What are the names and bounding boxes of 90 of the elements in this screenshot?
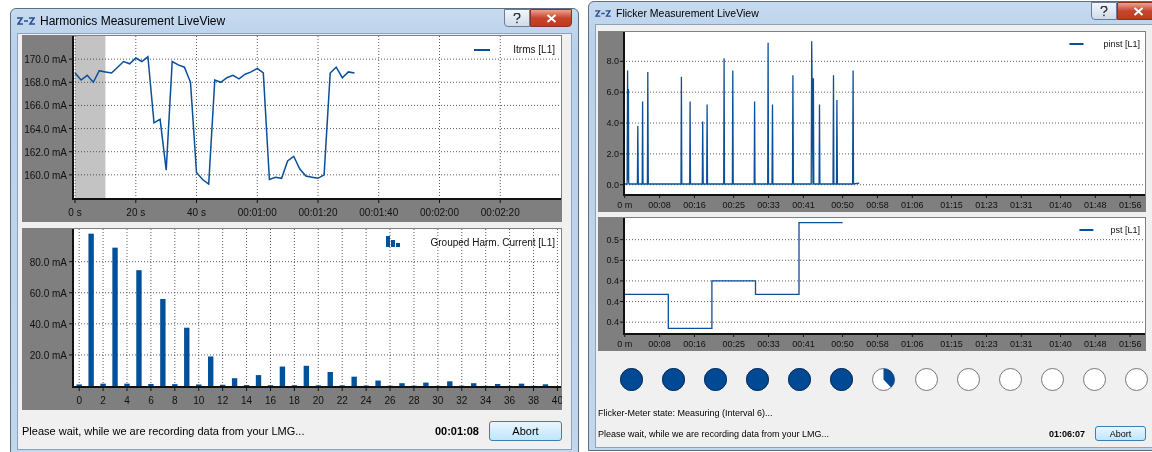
axis-label: 00:02:00 <box>420 207 459 218</box>
axis-label: 170.0 mA <box>24 54 67 66</box>
axis-label: 168.0 mA <box>24 77 67 89</box>
axis-label: 0.5 <box>606 255 619 266</box>
axis-label: 00:41 <box>792 200 815 210</box>
axis-label: 01:06 <box>901 200 924 210</box>
axis-label: 01:48 <box>1084 200 1107 210</box>
legend-label: Itrms [L1] <box>513 44 555 55</box>
axis-label: 00:33 <box>757 200 780 210</box>
axis-label: 0.4 <box>606 296 619 307</box>
legend-label: Grouped Harm. Current [L1] <box>430 237 555 248</box>
axis-label: 4 <box>124 395 130 406</box>
axis-label: 00:02:20 <box>480 207 520 218</box>
axis-label: 20 s <box>126 207 146 218</box>
axis-label: 01:31 <box>1010 200 1033 210</box>
axis-label: 00:50 <box>831 339 854 349</box>
axis-label: 40.0 mA <box>29 318 67 330</box>
axis-label: 80.0 mA <box>29 256 67 268</box>
axis-label: 0.4 <box>606 317 619 328</box>
axis-label: 34 <box>480 395 492 406</box>
status-message: Please wait, while we are recording data from your LMG... <box>598 428 831 439</box>
legend-label: pinst [L1] <box>1103 39 1140 49</box>
axis-label: 01:31 <box>1010 339 1033 349</box>
axis-label: 22 <box>336 395 348 406</box>
axis-label: 164.0 mA <box>24 123 67 135</box>
axis-label: 18 <box>288 395 300 406</box>
axis-label: 14 <box>241 395 253 406</box>
axis-label: 00:25 <box>722 200 745 210</box>
axis-label: 2.0 <box>606 148 619 159</box>
axis-label: 0.4 <box>606 275 619 286</box>
axis-label: 40 <box>551 395 562 406</box>
axis-label: 28 <box>408 395 420 406</box>
axis-label: 01:15 <box>940 339 963 349</box>
axis-label: 0 m <box>617 339 633 349</box>
axis-label: 0 <box>76 395 82 406</box>
axis-label: 10 <box>193 395 205 406</box>
axis-label: 00:50 <box>831 200 854 210</box>
axis-label: 00:08 <box>648 200 671 210</box>
axis-label: 30 <box>432 395 444 406</box>
axis-label: 0 s <box>68 207 82 218</box>
axis-label: 01:40 <box>1049 339 1072 349</box>
axis-label: 00:58 <box>866 339 889 349</box>
axis-label: 0.0 <box>606 179 619 190</box>
window-title: Flicker Measurement LiveView <box>616 7 760 19</box>
axis-label: 00:01:20 <box>298 207 338 218</box>
axis-label: 6 <box>148 395 154 406</box>
elapsed-time: 01:06:07 <box>1048 428 1085 439</box>
axis-label: 01:15 <box>940 200 963 210</box>
axis-label: 00:16 <box>683 200 706 210</box>
axis-label: 2 <box>100 395 106 406</box>
axis-label: 00:33 <box>757 339 780 349</box>
axis-label: 36 <box>504 395 516 406</box>
axis-label: 01:48 <box>1084 339 1107 349</box>
axis-label: 60.0 mA <box>29 287 67 299</box>
axis-label: 00:25 <box>722 339 745 349</box>
axis-label: 26 <box>384 395 396 406</box>
axis-label: 24 <box>360 395 372 406</box>
axis-label: 01:56 <box>1118 339 1142 349</box>
axis-label: 0 m <box>617 200 633 210</box>
legend-label: pst [L1] <box>1110 225 1140 235</box>
axis-label: 01:23 <box>975 339 998 349</box>
axis-label: 00:01:40 <box>359 207 399 218</box>
axis-label: 01:56 <box>1118 200 1142 210</box>
axis-label: 160.0 mA <box>24 169 67 181</box>
axis-label: 00:16 <box>683 339 706 349</box>
axis-label: 20 <box>312 395 324 406</box>
axis-label: 32 <box>456 395 468 406</box>
axis-label: 4.0 <box>606 118 619 129</box>
axis-label: 16 <box>264 395 277 406</box>
elapsed-time: 00:01:08 <box>434 425 479 437</box>
axis-label: 00:58 <box>866 200 889 210</box>
axis-label: 0.5 <box>606 234 619 245</box>
axis-label: 00:01:00 <box>237 207 277 218</box>
axis-label: 166.0 mA <box>24 100 67 112</box>
axis-label: 20.0 mA <box>29 349 67 361</box>
axis-label: 8 <box>172 395 178 406</box>
axis-label: 00:08 <box>648 339 671 349</box>
axis-label: 01:40 <box>1049 200 1072 210</box>
axis-label: 40 s <box>187 207 206 218</box>
axis-label: 162.0 mA <box>24 146 67 158</box>
axis-label: 00:41 <box>792 339 815 349</box>
axis-label: 38 <box>527 395 540 406</box>
axis-label: 6.0 <box>606 87 619 98</box>
meter-state-text: Flicker-Meter state: Measuring (Interval 6)... <box>598 407 774 418</box>
axis-label: 12 <box>217 395 229 406</box>
axis-label: 8.0 <box>606 56 619 67</box>
axis-label: 01:23 <box>975 200 998 210</box>
status-message: Please wait, while we are recording data from your LMG... <box>22 425 306 437</box>
axis-label: 01:06 <box>901 339 924 349</box>
window-title: Harmonics Measurement LiveView <box>40 14 227 28</box>
